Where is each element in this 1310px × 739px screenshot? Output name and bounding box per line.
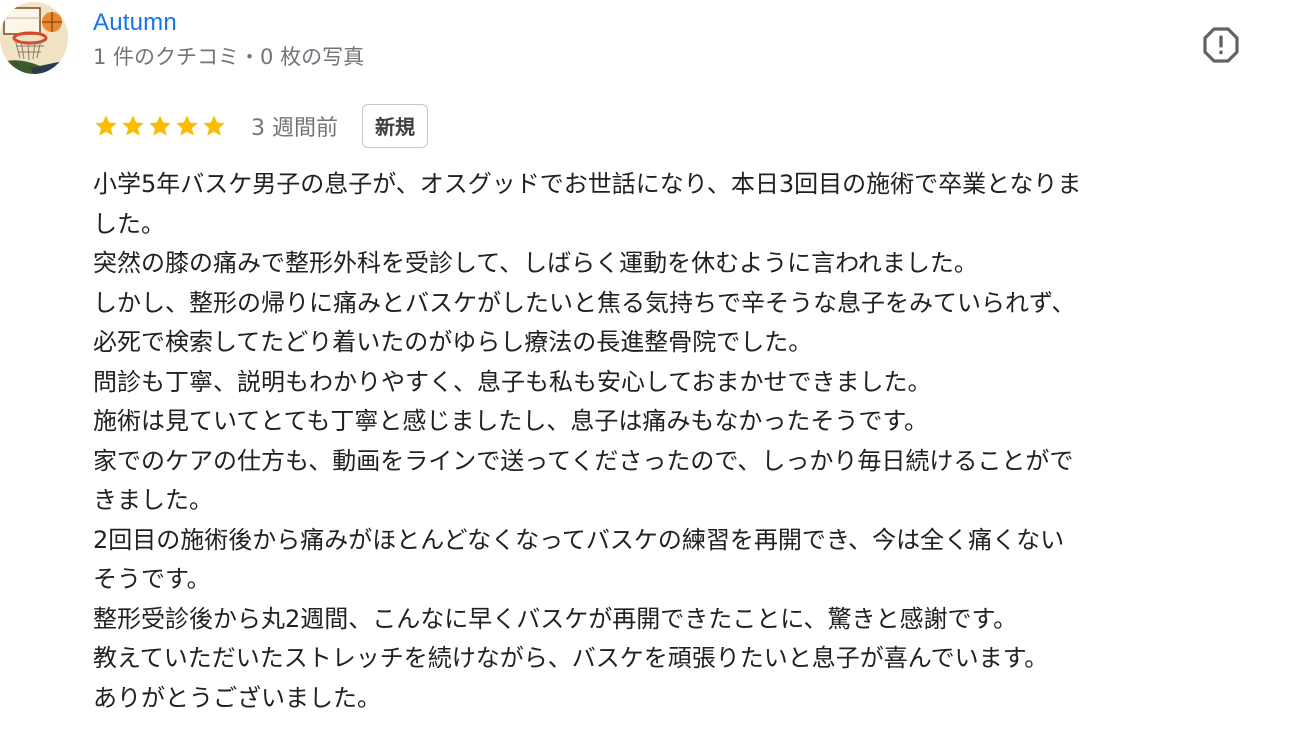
review-line: しかし、整形の帰りに痛みとバスケがしたいと焦る気持ちで辛そうな息子をみていられず… <box>93 288 1076 317</box>
rating-row: 3 週間前 新規 <box>93 103 428 149</box>
review-line: ありがとうございました。 <box>93 683 381 712</box>
star-icon <box>122 115 144 136</box>
review-line: 家でのケアの仕方も、動画をラインで送ってくださったので、しっかり毎日続けることが… <box>93 446 1074 475</box>
review-line: した。 <box>93 209 165 238</box>
report-octagon-icon <box>1203 27 1239 63</box>
review-line: きました。 <box>93 486 213 514</box>
author-name[interactable]: Autumn <box>93 8 177 38</box>
star-icon <box>203 115 225 136</box>
star-icon <box>149 115 171 136</box>
review-text: 小学5年バスケ男子の息子が、オスグッドでお世話になり、本日3回目の施術で卒業とな… <box>93 165 1293 718</box>
new-badge: 新規 <box>362 104 428 148</box>
review-line: 小学5年バスケ男子の息子が、オスグッドでお世話になり、本日3回目の施術で卒業とな… <box>93 170 1082 198</box>
review-card: Autumn 1 件のクチコミ・0 枚の写真 3 週間前 新規 小学5年バスケ男… <box>0 0 1310 739</box>
author-avatar[interactable] <box>0 2 68 74</box>
author-meta: 1 件のクチコミ・0 枚の写真 <box>93 45 365 69</box>
star-icon <box>176 115 198 136</box>
star-rating <box>93 113 227 139</box>
basketball-hoop-illustration <box>0 2 68 74</box>
review-date: 3 週間前 <box>251 116 338 141</box>
star-icon <box>95 115 117 136</box>
review-line: 教えていただいたストレッチを続けながら、バスケを頑張りたいと息子が喜んでいます。 <box>93 644 1049 672</box>
review-line: 施術は見ていてとても丁寧と感じましたし、息子は痛みもなかったそうです。 <box>93 407 928 435</box>
review-line: 問診も丁寧、説明もわかりやすく、息子も私も安心しておまかせできました。 <box>93 367 932 396</box>
report-button[interactable] <box>1202 26 1240 64</box>
review-line: 2回目の施術後から痛みがほとんどなくなってバスケの練習を再開でき、今は全く痛くな… <box>93 525 1065 554</box>
review-line: 整形受診後から丸2週間、こんなに早くバスケが再開できたことに、驚きと感謝です。 <box>93 604 1018 633</box>
review-line: 突然の膝の痛みで整形外科を受診して、しばらく運動を休むように言われました。 <box>93 249 978 277</box>
review-line: 必死で検索してたどり着いたのがゆらし療法の長進整骨院でした。 <box>93 328 813 356</box>
review-line: そうです。 <box>93 565 211 593</box>
